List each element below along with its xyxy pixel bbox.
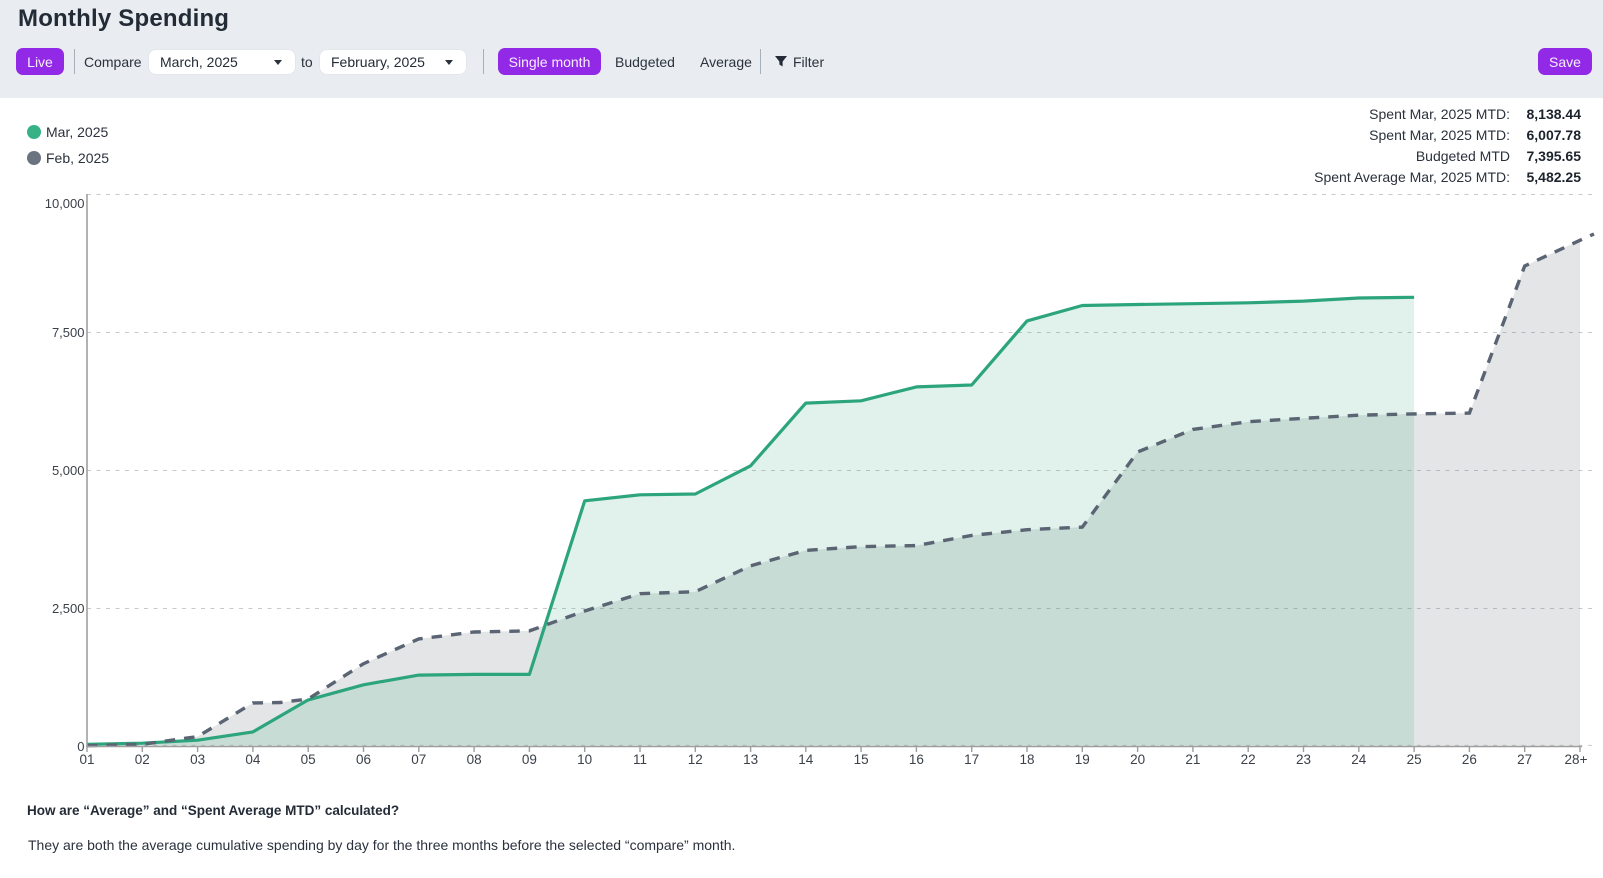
svg-text:25: 25 bbox=[1407, 752, 1422, 767]
svg-text:17: 17 bbox=[964, 752, 979, 767]
svg-text:27: 27 bbox=[1517, 752, 1532, 767]
svg-text:10,000: 10,000 bbox=[45, 196, 85, 211]
svg-text:03: 03 bbox=[190, 752, 205, 767]
svg-text:14: 14 bbox=[798, 752, 814, 767]
svg-text:10: 10 bbox=[577, 752, 592, 767]
svg-text:16: 16 bbox=[909, 752, 924, 767]
svg-text:2,500: 2,500 bbox=[52, 601, 85, 616]
svg-text:26: 26 bbox=[1462, 752, 1477, 767]
svg-text:08: 08 bbox=[467, 752, 482, 767]
svg-text:20: 20 bbox=[1130, 752, 1145, 767]
svg-text:12: 12 bbox=[688, 752, 703, 767]
svg-text:28+: 28+ bbox=[1565, 752, 1588, 767]
svg-text:13: 13 bbox=[743, 752, 758, 767]
svg-text:04: 04 bbox=[245, 752, 261, 767]
svg-text:21: 21 bbox=[1185, 752, 1200, 767]
svg-text:01: 01 bbox=[79, 752, 94, 767]
svg-text:11: 11 bbox=[633, 752, 647, 767]
svg-text:7,500: 7,500 bbox=[52, 325, 85, 340]
svg-text:23: 23 bbox=[1296, 752, 1311, 767]
svg-text:02: 02 bbox=[135, 752, 150, 767]
svg-text:05: 05 bbox=[301, 752, 316, 767]
svg-text:06: 06 bbox=[356, 752, 371, 767]
svg-text:5,000: 5,000 bbox=[52, 463, 85, 478]
svg-text:19: 19 bbox=[1075, 752, 1090, 767]
svg-text:15: 15 bbox=[854, 752, 869, 767]
svg-text:09: 09 bbox=[522, 752, 537, 767]
svg-text:07: 07 bbox=[411, 752, 426, 767]
svg-text:24: 24 bbox=[1351, 752, 1367, 767]
svg-text:22: 22 bbox=[1241, 752, 1256, 767]
svg-text:18: 18 bbox=[1019, 752, 1034, 767]
